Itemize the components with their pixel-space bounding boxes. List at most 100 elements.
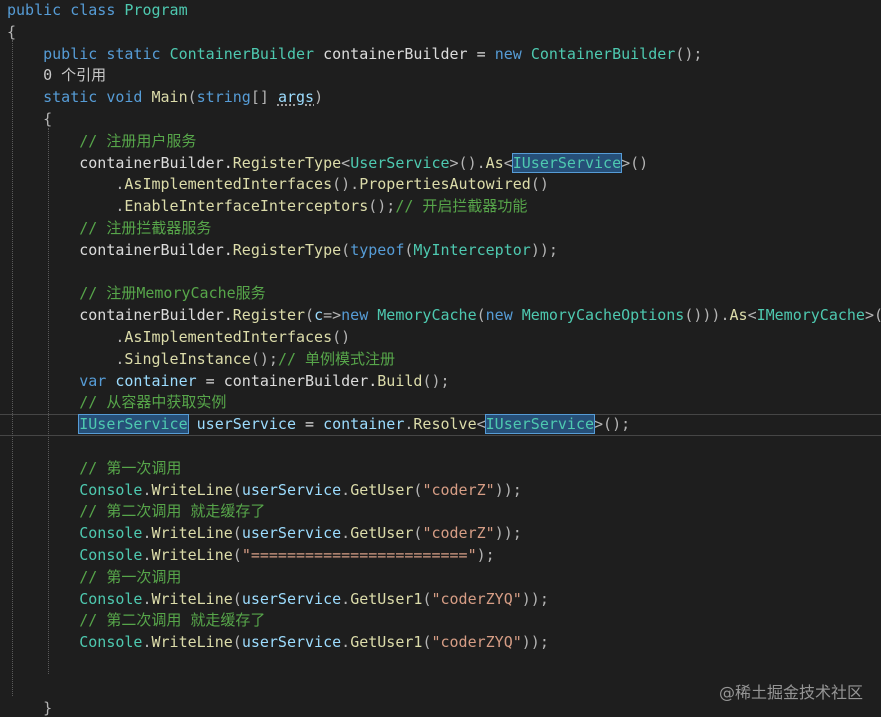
code-line[interactable]: containerBuilder.Register(c=>new MemoryC… [0, 305, 881, 327]
code-token: Console [79, 480, 143, 499]
code-line[interactable]: IUserService userService = container.Res… [0, 414, 881, 436]
code-token: ( [476, 306, 486, 325]
code-line[interactable]: Console.WriteLine(userService.GetUser("c… [0, 480, 881, 502]
code-line[interactable]: static void Main(string[] args) [0, 87, 881, 109]
code-token: IUserService [511, 152, 623, 173]
code-line[interactable]: // 第一次调用 [0, 458, 881, 480]
code-token: EnableInterfaceInterceptors [124, 197, 369, 216]
code-token: As [729, 306, 748, 325]
code-line[interactable]: containerBuilder.RegisterType(typeof(MyI… [0, 240, 881, 262]
code-token: >(). [449, 153, 486, 172]
code-line[interactable]: var container = containerBuilder.Build()… [0, 371, 881, 393]
code-line[interactable]: Console.WriteLine(userService.GetUser("c… [0, 523, 881, 545]
code-token: [] [250, 88, 278, 107]
code-line[interactable]: { [0, 109, 881, 131]
code-token: // 注册MemoryCache服务 [7, 284, 266, 303]
code-token: ) [314, 88, 324, 107]
code-line[interactable]: 0 个引用 [0, 65, 881, 87]
code-token: containerBuilder = [314, 44, 495, 63]
code-token: (); [675, 44, 703, 63]
code-token: Console [79, 546, 143, 564]
code-token: >() [864, 306, 881, 325]
code-line[interactable]: // 从容器中获取实例 [0, 392, 881, 414]
code-token: IMemoryCache [756, 306, 865, 325]
code-token: . [7, 349, 125, 368]
code-token: Console [79, 524, 143, 543]
code-token: WriteLine [151, 480, 233, 499]
code-line[interactable]: public static ContainerBuilder container… [0, 44, 881, 66]
code-token: args [277, 88, 315, 107]
code-token: public static [7, 44, 170, 63]
code-line[interactable]: // 第一次调用 [0, 567, 881, 589]
code-token: // 从容器中获取实例 [7, 393, 227, 412]
code-line[interactable]: // 第二次调用 就走缓存了 [0, 610, 881, 632]
code-token: ( [232, 480, 242, 499]
code-line[interactable]: Console.WriteLine(userService.GetUser1("… [0, 632, 881, 654]
indent-guide-class [12, 40, 13, 696]
code-token: public class [7, 1, 125, 19]
code-token: UserService [350, 153, 450, 172]
code-token: . [341, 633, 351, 652]
code-token: } [7, 698, 53, 717]
code-line[interactable]: { [0, 22, 881, 44]
code-token: RegisterType [232, 240, 342, 259]
code-line[interactable]: // 注册MemoryCache服务 [0, 283, 881, 305]
code-token: // 第一次调用 [7, 567, 182, 586]
code-token: < [503, 153, 513, 172]
code-token: // 开启拦截器功能 [395, 197, 528, 216]
code-line[interactable]: containerBuilder.RegisterType<UserServic… [0, 152, 881, 175]
code-token: ( [305, 306, 315, 325]
code-token: // 注册用户服务 [7, 131, 197, 150]
code-token: Program [124, 1, 188, 19]
code-token: Build [377, 371, 423, 390]
code-token: MyInterceptor [413, 240, 531, 259]
code-token: Console [79, 633, 143, 652]
code-token: (); [250, 349, 278, 368]
code-token: < [341, 153, 351, 172]
code-token: { [7, 22, 17, 41]
code-token: MemoryCacheOptions [521, 306, 685, 325]
code-line[interactable]: Console.WriteLine(userService.GetUser1("… [0, 589, 881, 611]
code-line[interactable]: .AsImplementedInterfaces() [0, 327, 881, 349]
code-token: . [142, 589, 152, 608]
code-token: ( [232, 524, 242, 543]
code-line[interactable]: public class Program [0, 0, 881, 22]
code-token: WriteLine [151, 546, 233, 564]
code-line[interactable] [0, 262, 881, 284]
code-line[interactable] [0, 654, 881, 676]
code-token: "========================" [241, 546, 477, 564]
code-line[interactable]: Console.WriteLine("=====================… [0, 545, 881, 567]
code-token: < [476, 415, 486, 434]
reference-count-link[interactable]: 0 个引用 [7, 66, 106, 84]
code-token: userService [196, 415, 296, 434]
code-line[interactable]: .EnableInterfaceInterceptors();// 开启拦截器功… [0, 196, 881, 218]
code-token: // 第一次调用 [7, 458, 182, 477]
code-token: userService [241, 589, 342, 608]
code-token: () [332, 328, 351, 346]
code-token: userService [241, 524, 342, 543]
code-line[interactable]: .AsImplementedInterfaces().PropertiesAut… [0, 174, 881, 196]
code-token: containerBuilder. [7, 153, 233, 172]
code-token: . [341, 524, 351, 543]
code-token: GetUser1 [350, 589, 423, 608]
code-editor[interactable]: } } Console.WriteLine(userService.GetUse… [0, 0, 881, 717]
code-token: ( [232, 589, 242, 608]
code-token: ( [341, 240, 351, 259]
code-token: ContainerBuilder [169, 44, 315, 63]
code-line[interactable] [0, 436, 881, 458]
code-token: . [7, 197, 125, 216]
code-line[interactable]: .SingleInstance();// 单例模式注册 [0, 349, 881, 371]
code-token: (); [368, 197, 396, 216]
code-token: IUserService [78, 414, 189, 435]
code-line[interactable]: // 第二次调用 就走缓存了 [0, 501, 881, 523]
code-token: )); [494, 480, 522, 499]
code-line[interactable]: // 注册用户服务 [0, 131, 881, 153]
code-token: . [341, 589, 351, 608]
code-token: new [485, 306, 522, 325]
code-line[interactable]: // 注册拦截器服务 [0, 218, 881, 240]
code-token: < [747, 306, 757, 325]
code-token: . [341, 480, 351, 499]
